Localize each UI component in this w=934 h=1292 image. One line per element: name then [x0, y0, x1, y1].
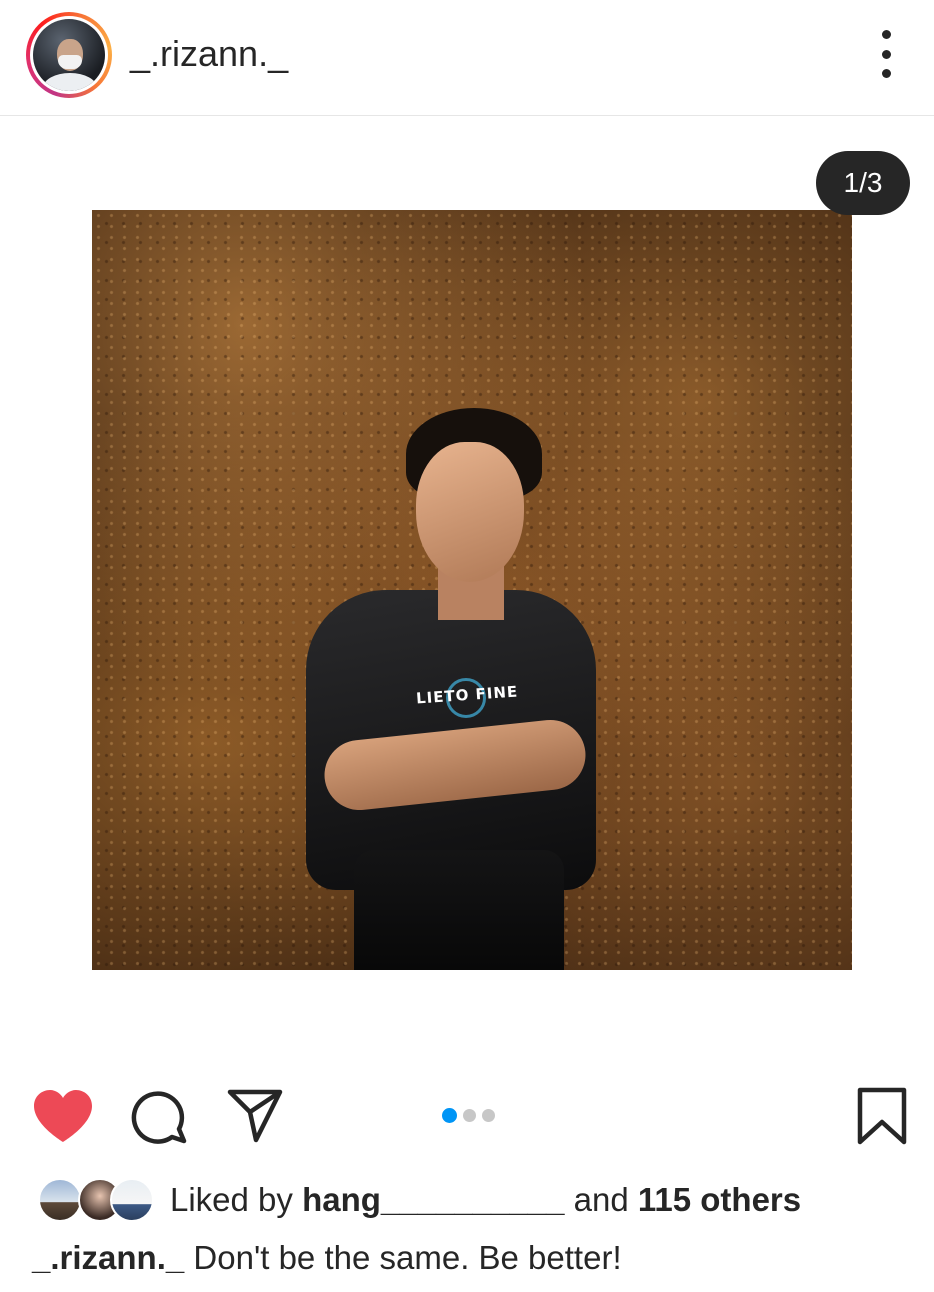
likes-row: Liked by hang__________ and 115 others — [0, 1172, 934, 1228]
comment-svg — [131, 1091, 187, 1144]
media-counter-badge: 1/3 — [816, 151, 910, 215]
post-media[interactable]: LIETO FINE 1/3 — [0, 117, 934, 1051]
liker-avatar[interactable] — [38, 1178, 82, 1222]
likes-middle: and — [564, 1181, 638, 1218]
likes-others[interactable]: 115 others — [638, 1181, 801, 1218]
carousel-indicator — [442, 1108, 495, 1123]
action-bar — [0, 1070, 934, 1160]
liker-username[interactable]: hang__________ — [302, 1181, 564, 1218]
liker-avatar[interactable] — [110, 1178, 154, 1222]
heart-svg — [34, 1090, 92, 1142]
send-svg — [227, 1089, 283, 1143]
more-dot — [881, 69, 891, 78]
carousel-dot — [463, 1109, 476, 1122]
heart-icon[interactable] — [32, 1088, 94, 1144]
carousel-dot-active — [442, 1108, 457, 1123]
send-icon[interactable] — [226, 1088, 284, 1144]
caption-text: Don't be the same. Be better! — [184, 1239, 622, 1276]
more-options-icon[interactable] — [872, 30, 900, 78]
likes-prefix: Liked by — [170, 1181, 303, 1218]
comment-icon[interactable] — [130, 1088, 188, 1146]
avatar-mask — [58, 55, 82, 69]
more-dot — [881, 49, 891, 59]
post-username[interactable]: _.rizann._ — [130, 34, 288, 74]
caption-username[interactable]: _.rizann._ — [32, 1239, 184, 1276]
likes-summary[interactable]: Liked by hang__________ and 115 others — [170, 1178, 801, 1222]
more-dot — [881, 30, 891, 39]
post-photo[interactable]: LIETO FINE — [92, 210, 852, 970]
post-header: _.rizann._ — [0, 0, 934, 116]
person-face — [416, 442, 524, 582]
bookmark-icon[interactable] — [856, 1086, 908, 1146]
profile-avatar[interactable] — [33, 19, 105, 91]
carousel-dot — [482, 1109, 495, 1122]
person-legs — [354, 850, 564, 970]
post-caption: _.rizann._ Don't be the same. Be better! — [32, 1236, 622, 1280]
avatar-shirt — [43, 73, 97, 91]
bookmark-svg — [857, 1087, 907, 1145]
